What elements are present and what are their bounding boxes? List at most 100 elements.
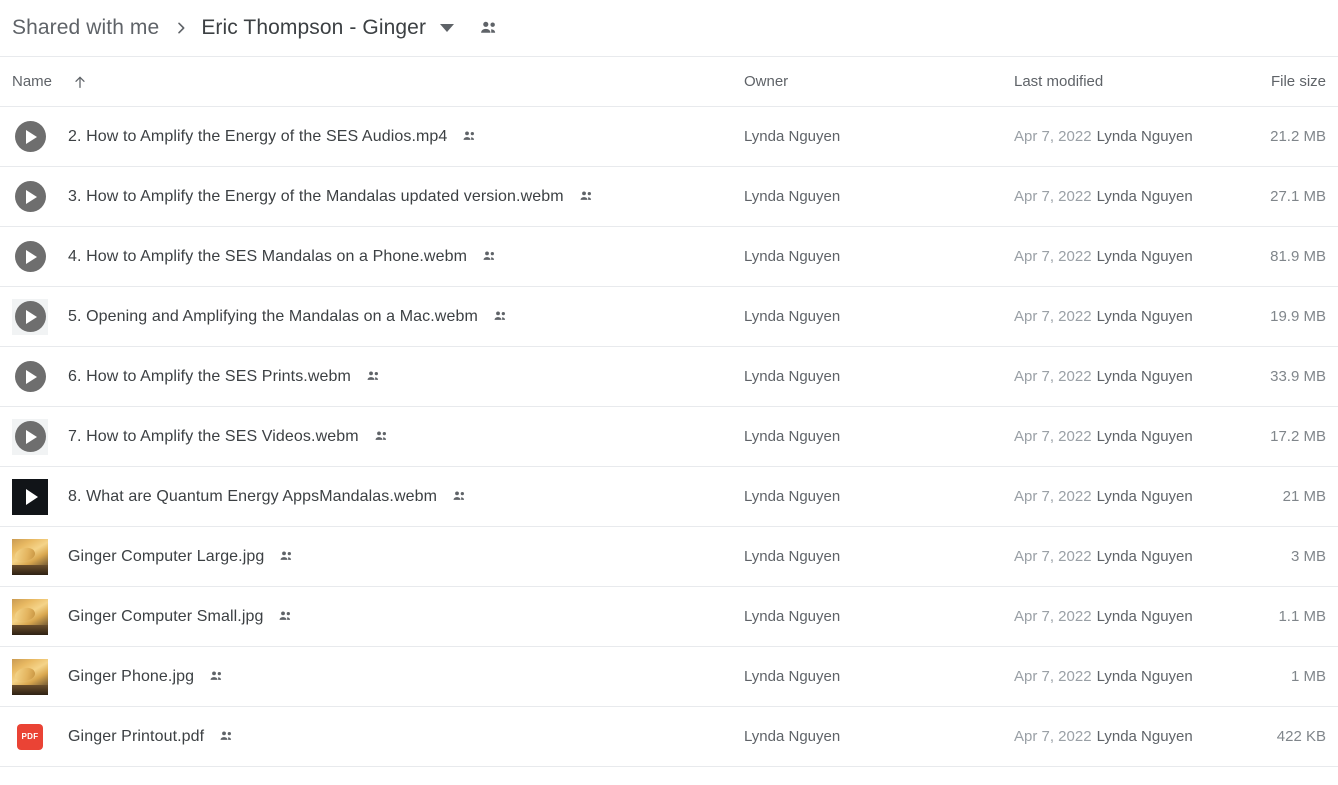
- file-modified-cell: Apr 7, 2022 Lynda Nguyen: [1014, 608, 1264, 625]
- breadcrumb-bar: Shared with me Eric Thompson - Ginger: [0, 0, 1338, 57]
- file-name-cell[interactable]: 7. How to Amplify the SES Videos.webm: [0, 418, 744, 455]
- people-icon: [208, 668, 225, 685]
- table-row[interactable]: 8. What are Quantum Energy AppsMandalas.…: [0, 467, 1338, 527]
- file-modified-cell: Apr 7, 2022 Lynda Nguyen: [1014, 128, 1264, 145]
- modified-by: Lynda Nguyen: [1096, 428, 1193, 445]
- column-header-last-modified[interactable]: Last modified: [1014, 73, 1264, 90]
- file-name-cell[interactable]: PDF Ginger Printout.pdf: [0, 719, 744, 755]
- file-modified-cell: Apr 7, 2022 Lynda Nguyen: [1014, 668, 1264, 685]
- file-name-label: 4. How to Amplify the SES Mandalas on a …: [68, 247, 467, 265]
- file-name-label: Ginger Phone.jpg: [68, 667, 195, 685]
- image-preview: [12, 538, 48, 575]
- table-row[interactable]: 3. How to Amplify the Energy of the Mand…: [0, 167, 1338, 227]
- modified-by: Lynda Nguyen: [1096, 308, 1193, 325]
- people-icon: [481, 248, 498, 265]
- file-owner-cell: Lynda Nguyen: [744, 128, 841, 145]
- file-modified-cell: Apr 7, 2022 Lynda Nguyen: [1014, 308, 1264, 325]
- modified-by: Lynda Nguyen: [1096, 128, 1193, 145]
- file-name-cell[interactable]: 6. How to Amplify the SES Prints.webm: [0, 359, 744, 395]
- play-triangle-icon: [26, 309, 37, 324]
- image-preview: [12, 658, 48, 695]
- file-list: 2. How to Amplify the Energy of the SES …: [0, 107, 1338, 767]
- modified-date: Apr 7, 2022: [1014, 128, 1092, 145]
- video-play-icon: [12, 239, 48, 275]
- file-modified-cell: Apr 7, 2022 Lynda Nguyen: [1014, 728, 1264, 745]
- play-triangle-icon: [26, 429, 37, 444]
- file-size-cell: 17.2 MB: [1270, 428, 1326, 445]
- file-name-cell[interactable]: 8. What are Quantum Energy AppsMandalas.…: [0, 478, 744, 515]
- table-row[interactable]: PDF Ginger Printout.pdf Lynda Nguyen Apr 7,…: [0, 707, 1338, 767]
- file-size-cell: 1.1 MB: [1278, 608, 1326, 625]
- file-size-cell: 27.1 MB: [1270, 188, 1326, 205]
- file-name-label: 5. Opening and Amplifying the Mandalas o…: [68, 307, 478, 325]
- file-name-label: 7. How to Amplify the SES Videos.webm: [68, 427, 359, 445]
- play-circle-icon: [14, 361, 46, 392]
- modified-date: Apr 7, 2022: [1014, 668, 1092, 685]
- people-icon: [365, 368, 382, 385]
- file-modified-cell: Apr 7, 2022 Lynda Nguyen: [1014, 548, 1264, 565]
- file-name-cell[interactable]: Ginger Computer Small.jpg: [0, 598, 744, 635]
- breadcrumb-root[interactable]: Shared with me: [12, 16, 159, 40]
- file-modified-cell: Apr 7, 2022 Lynda Nguyen: [1014, 188, 1264, 205]
- modified-by: Lynda Nguyen: [1096, 608, 1193, 625]
- play-circle-icon: [14, 181, 46, 212]
- modified-by: Lynda Nguyen: [1096, 248, 1193, 265]
- file-owner-cell: Lynda Nguyen: [744, 608, 841, 625]
- column-header-file-size[interactable]: File size: [1264, 73, 1338, 90]
- video-play-icon: [12, 119, 48, 155]
- table-row[interactable]: 5. Opening and Amplifying the Mandalas o…: [0, 287, 1338, 347]
- modified-by: Lynda Nguyen: [1096, 668, 1193, 685]
- file-owner-cell: Lynda Nguyen: [744, 248, 841, 265]
- people-icon: [461, 128, 478, 145]
- table-row[interactable]: 4. How to Amplify the SES Mandalas on a …: [0, 227, 1338, 287]
- column-header-name[interactable]: Name: [0, 73, 744, 90]
- arrow-up-icon[interactable]: [72, 74, 88, 90]
- modified-by: Lynda Nguyen: [1096, 728, 1193, 745]
- people-icon: [277, 608, 294, 625]
- people-icon[interactable]: [478, 17, 500, 39]
- play-triangle-icon: [26, 369, 37, 384]
- file-owner-cell: Lynda Nguyen: [744, 428, 841, 445]
- image-preview: [12, 598, 48, 635]
- image-thumbnail-icon: [12, 538, 48, 575]
- file-modified-cell: Apr 7, 2022 Lynda Nguyen: [1014, 368, 1264, 385]
- table-row[interactable]: 7. How to Amplify the SES Videos.webm Lyn…: [0, 407, 1338, 467]
- file-owner-cell: Lynda Nguyen: [744, 368, 841, 385]
- table-row[interactable]: Ginger Computer Small.jpg Lynda Nguyen Apr…: [0, 587, 1338, 647]
- file-name-cell[interactable]: 5. Opening and Amplifying the Mandalas o…: [0, 298, 744, 335]
- people-icon: [278, 548, 295, 565]
- file-size-cell: 3 MB: [1290, 548, 1326, 565]
- file-name-label: 8. What are Quantum Energy AppsMandalas.…: [68, 487, 438, 505]
- file-name-cell[interactable]: 4. How to Amplify the SES Mandalas on a …: [0, 239, 744, 275]
- file-size-cell: 19.9 MB: [1270, 308, 1326, 325]
- file-name-cell[interactable]: 3. How to Amplify the Energy of the Mand…: [0, 179, 744, 215]
- image-thumbnail-icon: [12, 658, 48, 695]
- chevron-right-icon: [173, 20, 189, 36]
- file-name-cell[interactable]: Ginger Phone.jpg: [0, 658, 744, 695]
- file-name-cell[interactable]: Ginger Computer Large.jpg: [0, 538, 744, 575]
- modified-date: Apr 7, 2022: [1014, 548, 1092, 565]
- file-owner-cell: Lynda Nguyen: [744, 188, 841, 205]
- video-dark-thumbnail-icon: [12, 478, 48, 515]
- breadcrumb-current-folder[interactable]: Eric Thompson - Ginger: [201, 16, 426, 40]
- table-row[interactable]: 6. How to Amplify the SES Prints.webm Lyn…: [0, 347, 1338, 407]
- file-owner-cell: Lynda Nguyen: [744, 668, 841, 685]
- play-triangle-icon: [26, 129, 37, 144]
- video-preview: [12, 478, 48, 515]
- column-header-row: Name Owner Last modified File size: [0, 57, 1338, 107]
- table-row[interactable]: Ginger Phone.jpg Lynda Nguyen Apr 7, 2022 L…: [0, 647, 1338, 707]
- people-icon: [578, 188, 595, 205]
- video-play-icon: [12, 418, 48, 455]
- modified-by: Lynda Nguyen: [1096, 368, 1193, 385]
- chevron-down-icon[interactable]: [440, 24, 455, 32]
- file-name-label: Ginger Computer Large.jpg: [68, 547, 265, 565]
- modified-date: Apr 7, 2022: [1014, 488, 1092, 505]
- table-row[interactable]: 2. How to Amplify the Energy of the SES …: [0, 107, 1338, 167]
- table-row[interactable]: Ginger Computer Large.jpg Lynda Nguyen Apr…: [0, 527, 1338, 587]
- file-name-label: 2. How to Amplify the Energy of the SES …: [68, 127, 448, 145]
- video-play-icon: [12, 179, 48, 215]
- people-icon: [492, 308, 509, 325]
- modified-date: Apr 7, 2022: [1014, 188, 1092, 205]
- column-header-owner[interactable]: Owner: [744, 73, 1014, 90]
- file-name-cell[interactable]: 2. How to Amplify the Energy of the SES …: [0, 119, 744, 155]
